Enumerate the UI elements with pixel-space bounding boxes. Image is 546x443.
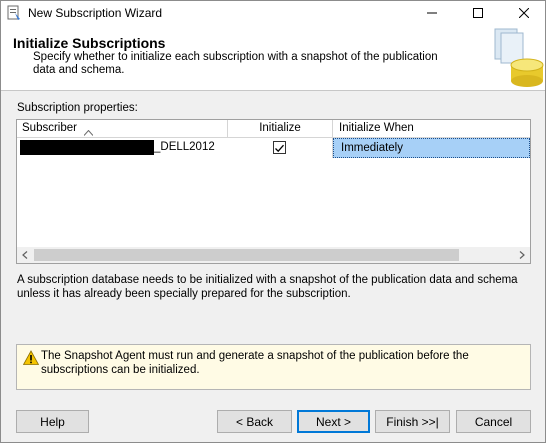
scrollbar-thumb[interactable] [34,249,459,261]
maximize-button[interactable] [455,1,501,25]
scroll-left-icon [22,251,28,259]
redaction-block [20,140,154,155]
close-button[interactable] [501,1,546,25]
column-header-initialize[interactable]: Initialize [228,120,333,138]
column-header-subscriber[interactable]: Subscriber [17,120,228,138]
title-bar[interactable]: New Subscription Wizard [1,1,545,25]
subscription-grid[interactable]: Subscriber Initialize Initialize When _D… [16,119,531,264]
wizard-header: Initialize Subscriptions Specify whether… [1,25,545,91]
subscription-properties-label: Subscription properties: [17,102,138,114]
page-title: Initialize Subscriptions [13,35,166,51]
subscriber-cell[interactable]: _DELL2012 [17,138,228,158]
wizard-window: New Subscription Wizard Initialize Subsc… [0,0,546,443]
scroll-right-icon [519,251,525,259]
initialize-checkbox[interactable] [273,141,286,154]
scroll-left-button[interactable] [17,247,33,263]
minimize-button[interactable] [409,1,455,25]
cancel-button[interactable]: Cancel [456,410,531,433]
column-header-initialize-when[interactable]: Initialize When [333,120,530,138]
warning-icon [22,350,40,366]
wizard-app-icon [6,5,22,21]
back-button[interactable]: < Back [217,410,292,433]
page-subtitle: Specify whether to initialize each subsc… [33,51,438,76]
close-icon [519,8,529,18]
finish-button[interactable]: Finish >>| [375,410,450,433]
horizontal-scrollbar[interactable] [17,247,530,263]
help-button[interactable]: Help [16,410,89,433]
table-row[interactable]: _DELL2012 Immediately [17,138,530,158]
grid-header: Subscriber Initialize Initialize When [17,120,530,138]
column-header-subscriber-label: Subscriber [22,122,77,134]
subscriber-name: _DELL2012 [154,141,215,153]
warning-text: The Snapshot Agent must run and generate… [41,350,469,376]
checkmark-icon [275,144,284,153]
next-button[interactable]: Next > [297,410,370,433]
database-graphic-icon [487,25,545,91]
initialize-cell[interactable] [228,138,333,158]
window-title: New Subscription Wizard [28,6,163,20]
scroll-right-button[interactable] [514,247,530,263]
initialize-when-cell[interactable]: Immediately [333,138,530,158]
warning-panel: The Snapshot Agent must run and generate… [16,344,531,390]
initialization-description: A subscription database needs to be init… [17,274,518,300]
